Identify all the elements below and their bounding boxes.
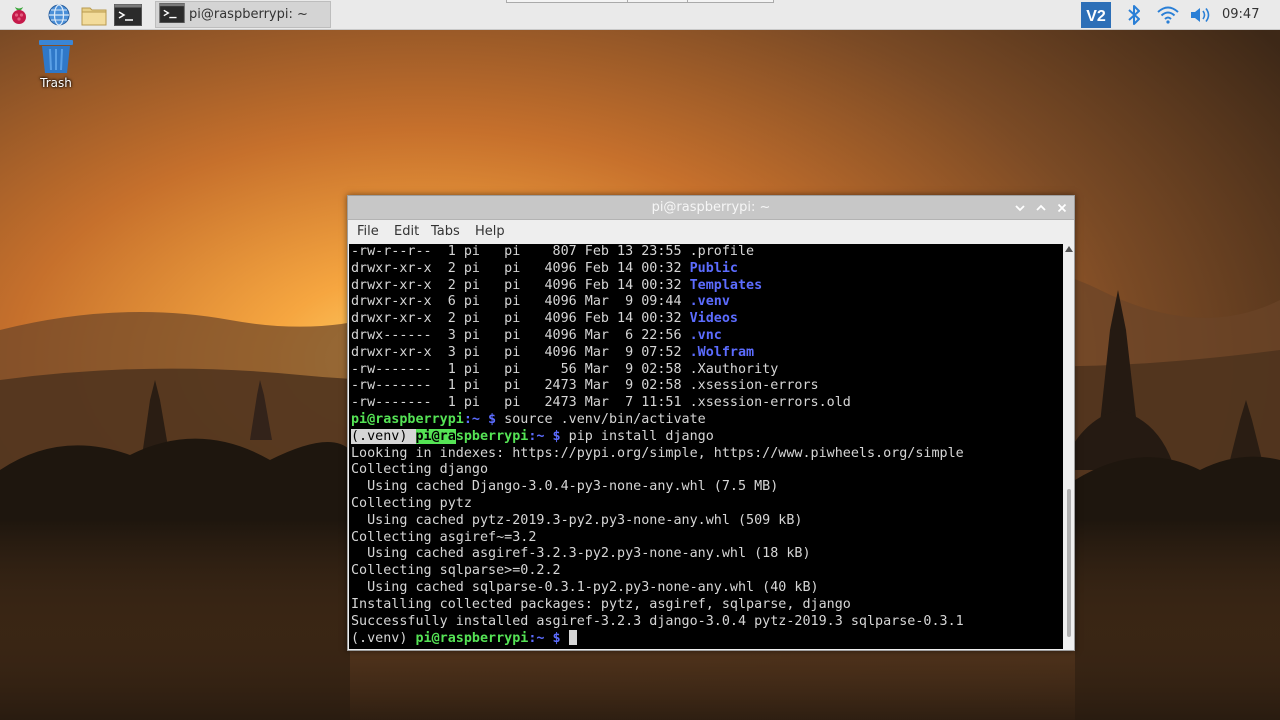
close-icon[interactable] xyxy=(1054,200,1070,216)
top-panel: pi@raspberrypi: ~ V2 09:47 xyxy=(0,0,1280,30)
terminal-text-segment: Public xyxy=(689,260,738,276)
terminal-text-segment: .vnc xyxy=(689,327,722,343)
terminal-text: -rw-r--r-- 1 pi pi 807 Feb 13 23:55 .pro… xyxy=(349,244,964,647)
terminal-line: -rw-r--r-- 1 pi pi 807 Feb 13 23:55 .pro… xyxy=(351,244,964,261)
terminal-text-segment: pip install django xyxy=(560,428,714,444)
raspberry-menu-icon[interactable] xyxy=(5,2,33,27)
maximize-icon[interactable] xyxy=(1033,200,1049,216)
terminal-text-segment: Looking in indexes: https://pypi.org/sim… xyxy=(351,445,964,461)
terminal-text-segment: -rw-r--r-- 1 pi pi 807 Feb 13 23:55 .pro… xyxy=(351,244,755,259)
bluetooth-icon[interactable] xyxy=(1122,0,1146,29)
terminal-line: Using cached sqlparse-0.3.1-py2.py3-none… xyxy=(351,580,964,597)
scrollbar-thumb[interactable] xyxy=(1067,489,1071,637)
vnc-icon[interactable]: V2 xyxy=(1080,0,1112,29)
svg-text:V2: V2 xyxy=(1086,8,1106,25)
terminal-text-segment: Successfully installed asgiref-3.2.3 dja… xyxy=(351,613,964,629)
panel-divider xyxy=(506,0,774,3)
trash-desktop-item[interactable]: Trash xyxy=(28,38,84,90)
terminal-line: drwxr-xr-x 2 pi pi 4096 Feb 14 00:32 Vid… xyxy=(351,311,964,328)
terminal-text-segment: Videos xyxy=(689,311,738,327)
trash-label: Trash xyxy=(40,76,72,90)
terminal-text-segment: Collecting asgiref~=3.2 xyxy=(351,529,537,545)
terminal-line: drwx------ 3 pi pi 4096 Mar 6 22:56 .vnc xyxy=(351,328,964,345)
terminal-text-segment: drwxr-xr-x 3 pi pi 4096 Mar 9 07:52 xyxy=(351,344,690,360)
terminal-text-segment: Collecting pytz xyxy=(351,495,472,511)
terminal-line: Looking in indexes: https://pypi.org/sim… xyxy=(351,446,964,463)
terminal-line: Using cached Django-3.0.4-py3-none-any.w… xyxy=(351,479,964,496)
terminal-line: drwxr-xr-x 2 pi pi 4096 Feb 14 00:32 Tem… xyxy=(351,278,964,295)
terminal-text-segment: :~ $ xyxy=(528,428,561,444)
terminal-text-segment: :~ $ xyxy=(463,411,497,427)
terminal-text-segment: .Wolfram xyxy=(689,344,755,360)
terminal-line: -rw------- 1 pi pi 2473 Mar 7 11:51 .xse… xyxy=(351,395,964,412)
window-titlebar[interactable]: pi@raspberrypi: ~ xyxy=(348,196,1074,220)
terminal-window: pi@raspberrypi: ~ File Edit Tabs Help -r… xyxy=(347,195,1075,651)
web-browser-icon[interactable] xyxy=(45,2,73,27)
terminal-text-segment: drwx------ 3 pi pi 4096 Mar 6 22:56 xyxy=(351,327,690,343)
menu-tabs[interactable]: Tabs xyxy=(431,220,460,244)
window-title: pi@raspberrypi: ~ xyxy=(651,200,771,215)
terminal-text-segment: Using cached pytz-2019.3-py2.py3-none-an… xyxy=(351,512,803,528)
terminal-text-segment: Using cached sqlparse-0.3.1-py2.py3-none… xyxy=(351,579,819,595)
terminal-icon[interactable] xyxy=(114,2,142,27)
terminal-line: Collecting pytz xyxy=(351,496,964,513)
terminal-line: -rw------- 1 pi pi 2473 Mar 9 02:58 .xse… xyxy=(351,378,964,395)
volume-icon[interactable] xyxy=(1188,0,1214,29)
terminal-line: drwxr-xr-x 6 pi pi 4096 Mar 9 09:44 .ven… xyxy=(351,294,964,311)
trash-icon xyxy=(39,40,73,73)
terminal-text-segment: Templates xyxy=(689,277,763,293)
terminal-text-segment: (.venv) xyxy=(351,631,416,647)
terminal-line: Installing collected packages: pytz, asg… xyxy=(351,597,964,614)
minimize-icon[interactable] xyxy=(1012,200,1028,216)
terminal-line: Collecting sqlparse>=0.2.2 xyxy=(351,563,964,580)
terminal-line: pi@raspberrypi:~ $ source .venv/bin/acti… xyxy=(351,412,964,429)
terminal-text-segment: :~ $ xyxy=(528,631,561,647)
terminal-line: Successfully installed asgiref-3.2.3 dja… xyxy=(351,614,964,631)
terminal-line: drwxr-xr-x 3 pi pi 4096 Mar 9 07:52 .Wol… xyxy=(351,345,964,362)
menu-file[interactable]: File xyxy=(357,220,379,244)
menu-edit[interactable]: Edit xyxy=(394,220,419,244)
terminal-text-segment: drwxr-xr-x 2 pi pi 4096 Feb 14 00:32 xyxy=(351,311,690,327)
terminal-text-segment: -rw------- 1 pi pi 2473 Mar 9 02:58 .xse… xyxy=(351,378,819,394)
terminal-text-segment: drwxr-xr-x 2 pi pi 4096 Feb 14 00:32 xyxy=(351,277,690,293)
menu-help[interactable]: Help xyxy=(475,220,505,244)
terminal-line: (.venv) pi@raspberrypi:~ $ pip install d… xyxy=(351,428,964,446)
file-manager-icon[interactable] xyxy=(80,2,108,27)
terminal-text-segment: -rw------- 1 pi pi 56 Mar 9 02:58 .Xauth… xyxy=(351,361,779,377)
scroll-up-icon[interactable] xyxy=(1064,244,1074,254)
terminal-text-segment: drwxr-xr-x 2 pi pi 4096 Feb 14 00:32 xyxy=(351,260,690,276)
terminal-line: Using cached pytz-2019.3-py2.py3-none-an… xyxy=(351,513,964,530)
terminal-text-segment: pi@raspberrypi xyxy=(415,631,529,647)
window-menubar: File Edit Tabs Help xyxy=(348,220,1074,244)
terminal-icon xyxy=(159,2,185,27)
terminal-line: Collecting asgiref~=3.2 xyxy=(351,530,964,547)
terminal-line: drwxr-xr-x 2 pi pi 4096 Feb 14 00:32 Pub… xyxy=(351,261,964,278)
terminal-text-segment: Using cached Django-3.0.4-py3-none-any.w… xyxy=(351,479,779,495)
terminal-line: -rw------- 1 pi pi 56 Mar 9 02:58 .Xauth… xyxy=(351,362,964,379)
terminal-scrollbar[interactable] xyxy=(1064,244,1074,649)
taskbar-terminal-button[interactable]: pi@raspberrypi: ~ xyxy=(155,1,331,28)
terminal-text-segment: drwxr-xr-x 6 pi pi 4096 Mar 9 09:44 xyxy=(351,294,690,310)
terminal-line: Collecting django xyxy=(351,462,964,479)
terminal-text-segment: Collecting django xyxy=(351,462,489,478)
terminal-text-segment: Using cached asgiref-3.2.3-py2.py3-none-… xyxy=(351,546,811,562)
terminal-line: (.venv) pi@raspberrypi:~ $ xyxy=(351,630,964,647)
terminal-text-segment: pi@raspberrypi xyxy=(351,411,464,427)
wifi-icon[interactable] xyxy=(1154,0,1182,29)
terminal-output[interactable]: -rw-r--r-- 1 pi pi 807 Feb 13 23:55 .pro… xyxy=(349,244,1063,649)
terminal-text-segment: .venv xyxy=(689,294,730,310)
terminal-line: Using cached asgiref-3.2.3-py2.py3-none-… xyxy=(351,546,964,563)
terminal-text-segment: pi@ra xyxy=(415,428,456,444)
terminal-cursor xyxy=(568,630,577,646)
taskbar-button-label: pi@raspberrypi: ~ xyxy=(189,7,308,22)
terminal-text-segment: Installing collected packages: pytz, asg… xyxy=(351,596,851,612)
terminal-text-segment: spberrypi xyxy=(455,428,529,444)
terminal-text-segment: (.venv) xyxy=(351,428,416,444)
panel-clock[interactable]: 09:47 xyxy=(1222,0,1259,29)
terminal-text-segment: source .venv/bin/activate xyxy=(496,411,706,427)
terminal-text-segment: Collecting sqlparse>=0.2.2 xyxy=(351,563,561,579)
terminal-text-segment: -rw------- 1 pi pi 2473 Mar 7 11:51 .xse… xyxy=(351,395,851,411)
